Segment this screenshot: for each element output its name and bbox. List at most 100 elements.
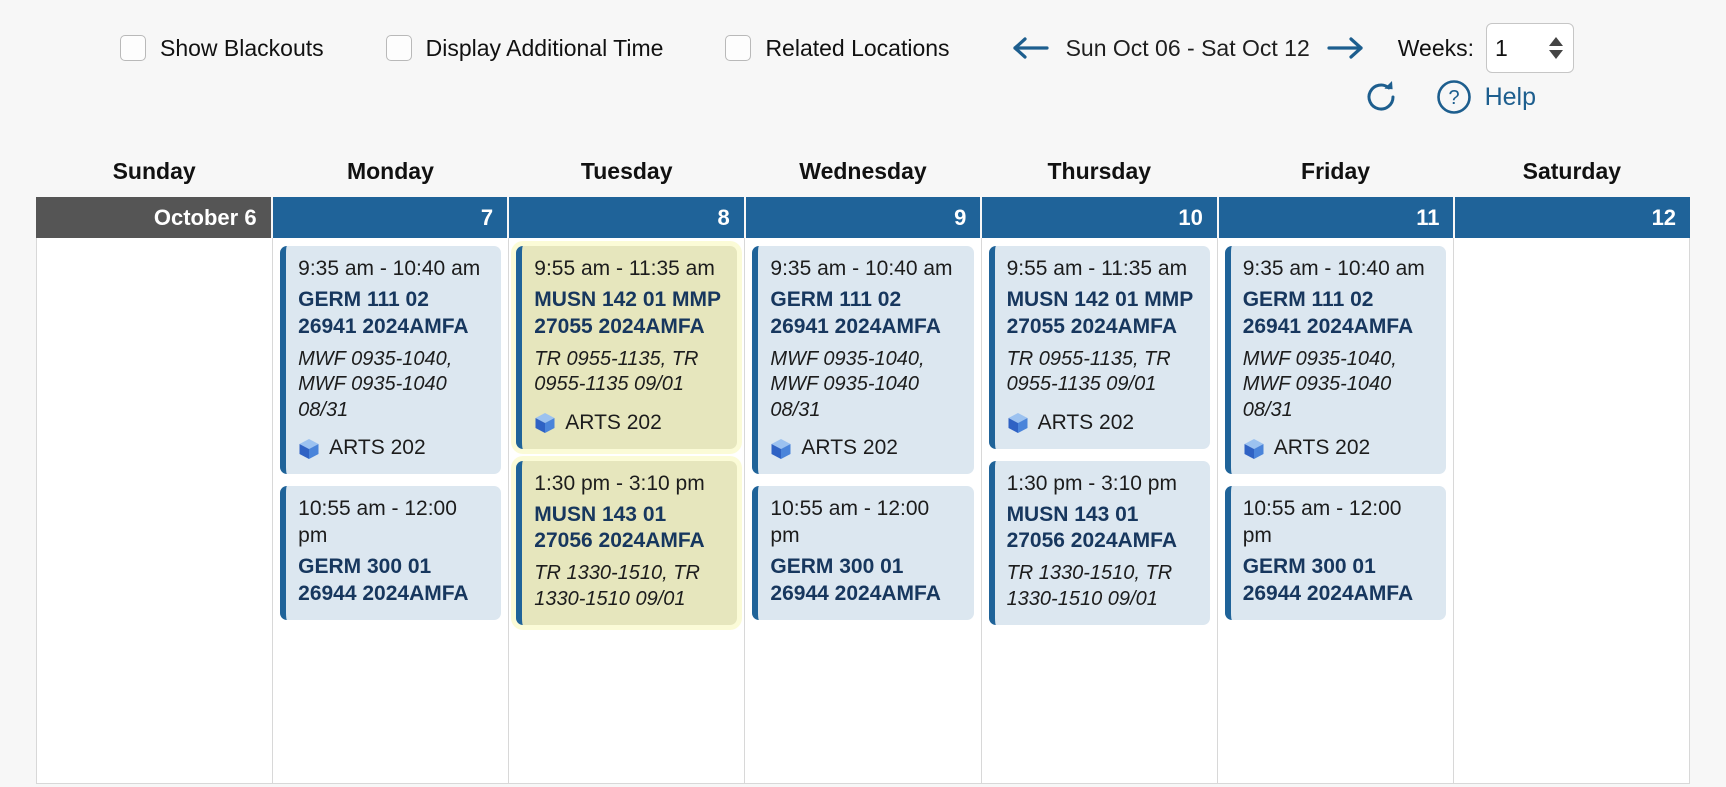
cube-icon [535, 413, 555, 434]
svg-text:?: ? [1448, 87, 1459, 109]
event-time: 1:30 pm - 3:10 pm [1006, 471, 1177, 495]
checkbox-related-locations[interactable]: Related Locations [725, 34, 950, 62]
weeks-spinner-arrows[interactable] [1549, 37, 1564, 59]
event-location: ARTS 202 [534, 410, 725, 437]
event-location-label: ARTS 202 [565, 410, 662, 434]
day-of-week-header: Sunday Monday Tuesday Wednesday Thursday Frid… [36, 150, 1690, 197]
event-title: MUSN 142 01 MMP 27055 2024AMFA [1006, 287, 1193, 338]
day-header-saturday: Saturday [1522, 158, 1622, 184]
date-cell-october-6[interactable]: October 6 [36, 197, 273, 238]
refresh-icon[interactable] [1361, 77, 1401, 117]
day-column-sunday[interactable] [36, 238, 274, 784]
event-title: GERM 111 02 26941 2024AMFA [1242, 287, 1414, 338]
event-title: GERM 300 01 26944 2024AMFA [1242, 555, 1414, 605]
day-column-friday[interactable]: 9:35 am - 10:40 am GERM 111 02 26941 2024… [1217, 238, 1454, 784]
show-blackouts-label: Show Blackouts [160, 34, 324, 61]
event-meta: MWF 0935-1040, MWF 0935-1040 08/31 [298, 347, 453, 421]
spinner-up-icon[interactable] [1549, 37, 1564, 46]
event-location-label: ARTS 202 [1273, 436, 1371, 460]
date-cell-10[interactable]: 10 [982, 197, 1219, 238]
day-header-monday: Monday [346, 158, 434, 184]
event-card[interactable]: 9:35 am - 10:40 am GERM 111 02 26941 2024… [752, 246, 974, 475]
event-time: 9:55 am - 11:35 am [1006, 257, 1188, 280]
event-meta: TR 0955-1135, TR 0955-1135 09/01 [1006, 347, 1171, 396]
event-card[interactable]: 9:35 am - 10:40 am GERM 111 02 26941 2024… [280, 246, 502, 475]
calendar-body: 9:35 am - 10:40 am GERM 111 02 26941 2024… [36, 238, 1690, 784]
arrow-left-icon[interactable] [1012, 34, 1052, 62]
event-location: ARTS 202 [1243, 435, 1434, 462]
filter-toolbar: Show Blackouts Display Additional Time R… [0, 0, 1726, 73]
event-title: GERM 111 02 26941 2024AMFA [298, 287, 469, 338]
event-card[interactable]: 1:30 pm - 3:10 pm MUSN 143 01 27056 2024A… [988, 460, 1210, 625]
display-additional-time-label: Display Additional Time [425, 34, 664, 61]
event-time: 10:55 am - 12:00 pm [770, 497, 930, 548]
event-location-label: ARTS 202 [1037, 410, 1135, 434]
date-cell-7[interactable]: 7 [272, 197, 510, 238]
event-time: 9:55 am - 11:35 am [534, 257, 715, 280]
event-title: MUSN 143 01 27056 2024AMFA [1006, 502, 1178, 553]
event-location-label: ARTS 202 [329, 436, 426, 460]
event-card[interactable]: 9:55 am - 11:35 am MUSN 142 01 MMP 27055 … [988, 246, 1210, 449]
event-time: 9:35 am - 10:40 am [770, 257, 953, 280]
event-time: 9:35 am - 10:40 am [1242, 257, 1425, 280]
event-meta: TR 1330-1510, TR 1330-1510 09/01 [1006, 562, 1173, 610]
week-range-label: Sun Oct 06 - Sat Oct 12 [1065, 34, 1310, 61]
event-location: ARTS 202 [298, 435, 489, 462]
date-cell-11[interactable]: 11 [1218, 197, 1456, 238]
question-circle-icon[interactable]: ? [1435, 78, 1473, 116]
display-additional-time-checkbox[interactable] [385, 35, 412, 61]
cube-icon [299, 438, 319, 459]
week-calendar: Sunday Monday Tuesday Wednesday Thursday Frid… [36, 150, 1691, 784]
event-location: ARTS 202 [770, 435, 961, 462]
event-title: GERM 300 01 26944 2024AMFA [770, 555, 941, 605]
day-column-monday[interactable]: 9:35 am - 10:40 am GERM 111 02 26941 2024… [273, 238, 510, 784]
date-cell-8[interactable]: 8 [509, 197, 746, 238]
event-card[interactable]: 10:55 am - 12:00 pm GERM 300 01 26944 202… [752, 486, 974, 620]
arrow-right-icon[interactable] [1324, 34, 1364, 62]
event-card[interactable]: 9:35 am - 10:40 am GERM 111 02 26941 2024… [1224, 246, 1446, 475]
event-meta: TR 0955-1135, TR 0955-1135 09/01 [534, 347, 699, 396]
actions-row: ? Help [0, 66, 1726, 122]
event-location-label: ARTS 202 [801, 436, 898, 460]
date-cell-9[interactable]: 9 [745, 197, 983, 238]
help-button[interactable]: ? Help [1435, 78, 1536, 116]
checkbox-display-additional-time[interactable]: Display Additional Time [385, 34, 664, 62]
event-title: MUSN 143 01 27056 2024AMFA [534, 502, 705, 553]
event-meta: MWF 0935-1040, MWF 0935-1040 08/31 [770, 347, 925, 421]
spinner-down-icon[interactable] [1549, 50, 1564, 59]
day-header-wednesday: Wednesday [799, 158, 927, 184]
event-time: 10:55 am - 12:00 pm [298, 497, 457, 548]
day-column-saturday[interactable] [1453, 238, 1690, 784]
date-header-row: October 6 7 8 9 10 11 12 [36, 197, 1691, 238]
show-blackouts-checkbox[interactable] [120, 35, 146, 61]
event-card[interactable]: 9:55 am - 11:35 am MUSN 142 01 MMP 27055 … [516, 246, 738, 449]
checkbox-show-blackouts[interactable]: Show Blackouts [120, 35, 324, 62]
week-navigation: Sun Oct 06 - Sat Oct 12 [1012, 34, 1364, 62]
event-title: GERM 111 02 26941 2024AMFA [770, 287, 941, 338]
day-column-tuesday[interactable]: 9:55 am - 11:35 am MUSN 142 01 MMP 27055 … [509, 238, 746, 784]
help-label: Help [1484, 82, 1536, 111]
event-card[interactable]: 1:30 pm - 3:10 pm MUSN 143 01 27056 2024A… [516, 460, 738, 625]
event-card[interactable]: 10:55 am - 12:00 pm GERM 300 01 26944 202… [280, 486, 502, 620]
weeks-label: Weeks: [1397, 34, 1475, 61]
weeks-stepper[interactable]: 1 [1486, 23, 1575, 73]
weeks-control: Weeks: 1 [1397, 23, 1575, 73]
day-column-thursday[interactable]: 9:55 am - 11:35 am MUSN 142 01 MMP 27055 … [981, 238, 1218, 784]
event-location: ARTS 202 [1007, 410, 1198, 437]
event-meta: TR 1330-1510, TR 1330-1510 09/01 [534, 562, 700, 610]
cube-icon [771, 438, 791, 459]
day-header-tuesday: Tuesday [580, 158, 673, 184]
day-header-friday: Friday [1301, 158, 1371, 184]
date-cell-12[interactable]: 12 [1455, 197, 1691, 238]
day-header-sunday: Sunday [112, 158, 196, 184]
event-title: GERM 300 01 26944 2024AMFA [298, 555, 469, 605]
related-locations-checkbox[interactable] [725, 35, 752, 61]
schedule-page: Show Blackouts Display Additional Time R… [0, 0, 1726, 787]
event-card[interactable]: 10:55 am - 12:00 pm GERM 300 01 26944 202… [1224, 486, 1446, 620]
event-time: 1:30 pm - 3:10 pm [534, 471, 705, 495]
cube-icon [1244, 438, 1264, 459]
event-title: MUSN 142 01 MMP 27055 2024AMFA [534, 287, 721, 338]
day-column-wednesday[interactable]: 9:35 am - 10:40 am GERM 111 02 26941 2024… [745, 238, 982, 784]
event-time: 10:55 am - 12:00 pm [1242, 497, 1402, 548]
related-locations-label: Related Locations [765, 34, 950, 61]
